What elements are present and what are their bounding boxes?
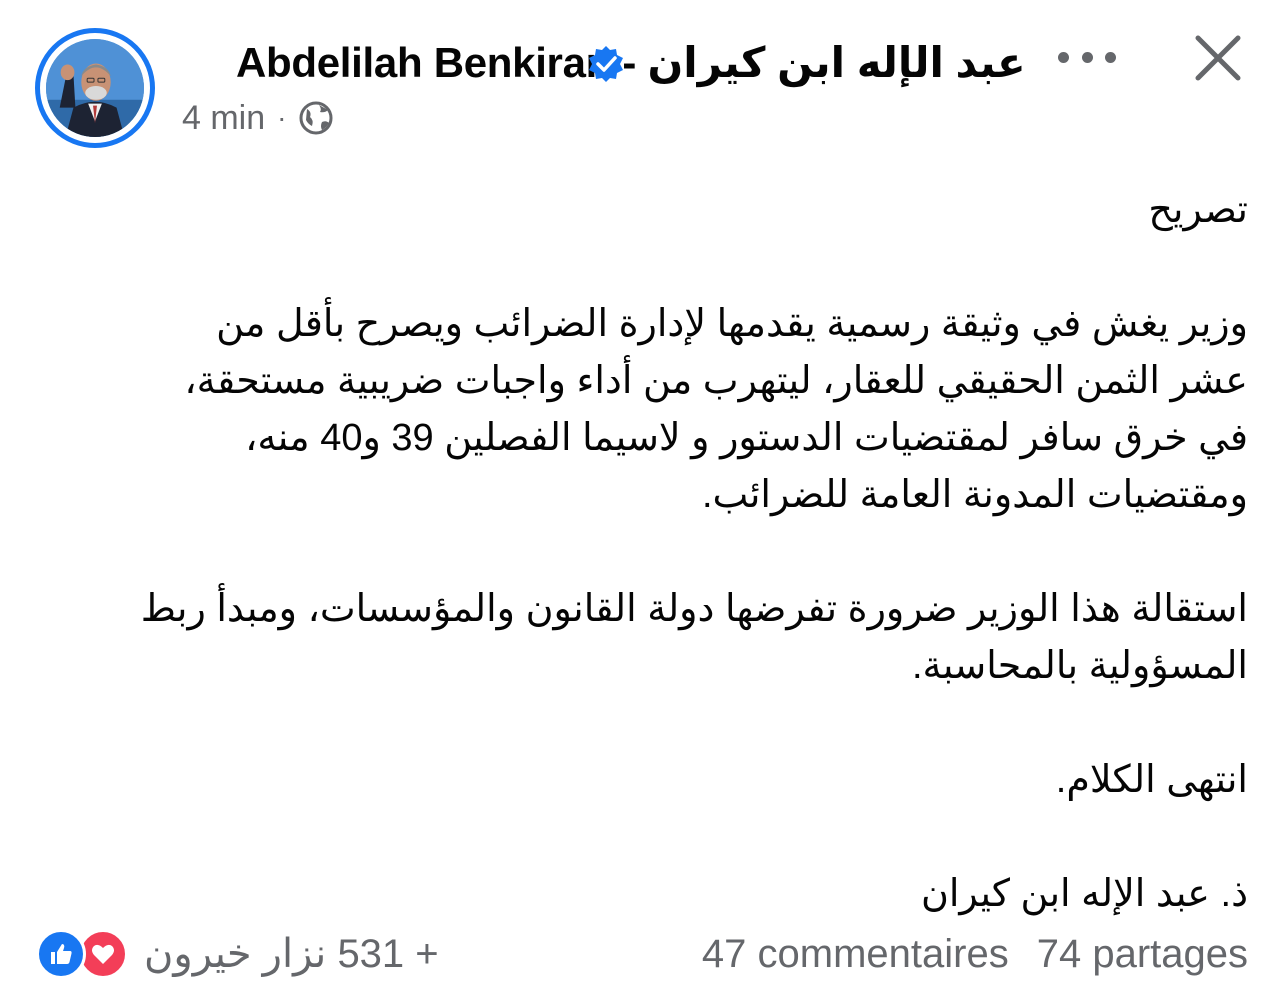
reaction-name: نزار خيرون — [144, 932, 327, 976]
profile-photo — [46, 39, 144, 137]
post-view: Abdelilah Benkiran - عبد الإله ابن كيران… — [0, 0, 1284, 990]
author-name-text: Abdelilah Benkiran - عبد الإله ابن كيران — [236, 38, 1026, 86]
shares-count[interactable]: 74 partages — [1037, 926, 1248, 982]
reaction-icons[interactable] — [36, 928, 128, 980]
globe-icon[interactable] — [298, 100, 334, 136]
more-options-button[interactable] — [1058, 40, 1116, 74]
more-dots-icon — [1105, 51, 1116, 63]
post-footer: نزار خيرون 531 + 47 commentaires 74 part… — [36, 926, 1248, 982]
close-icon[interactable] — [1192, 32, 1244, 84]
post-text: تصريح وزير يغش في وثيقة رسمية يقدمها لإد… — [38, 182, 1248, 923]
author-name[interactable]: Abdelilah Benkiran - عبد الإله ابن كيران — [236, 38, 1026, 86]
post-line: استقالة هذا الوزير ضرورة تفرضها دولة الق… — [140, 588, 1248, 630]
like-icon — [36, 929, 86, 979]
more-dots-icon — [1081, 51, 1093, 63]
post-meta: 4 min · — [182, 98, 334, 138]
reaction-summary[interactable]: نزار خيرون 531 + — [144, 926, 439, 982]
more-dots-icon — [1058, 51, 1069, 63]
post-line: في خرق سافر لمقتضيات الدستور و لاسيما ال… — [245, 417, 1248, 459]
reaction-count: 531 + — [337, 932, 439, 976]
verified-badge-icon — [589, 46, 623, 82]
post-signature: ذ. عبد الإله ابن كيران — [920, 873, 1248, 915]
post-line: المسؤولية بالمحاسبة. — [911, 645, 1248, 687]
post-line: وزير يغش في وثيقة رسمية يقدمها لإدارة ال… — [216, 303, 1248, 345]
timestamp[interactable]: 4 min — [182, 99, 265, 138]
post-line: عشر الثمن الحقيقي للعقار، ليتهرب من أداء… — [184, 360, 1248, 402]
post-stats: 47 commentaires 74 partages — [702, 926, 1248, 982]
meta-separator: · — [277, 102, 287, 133]
post-heading: تصريح — [1148, 189, 1248, 231]
post-line: ومقتضيات المدونة العامة للضرائب. — [701, 474, 1248, 516]
post-line: انتهى الكلام. — [1055, 759, 1248, 801]
avatar[interactable] — [35, 28, 155, 148]
comments-count[interactable]: 47 commentaires — [702, 926, 1009, 982]
